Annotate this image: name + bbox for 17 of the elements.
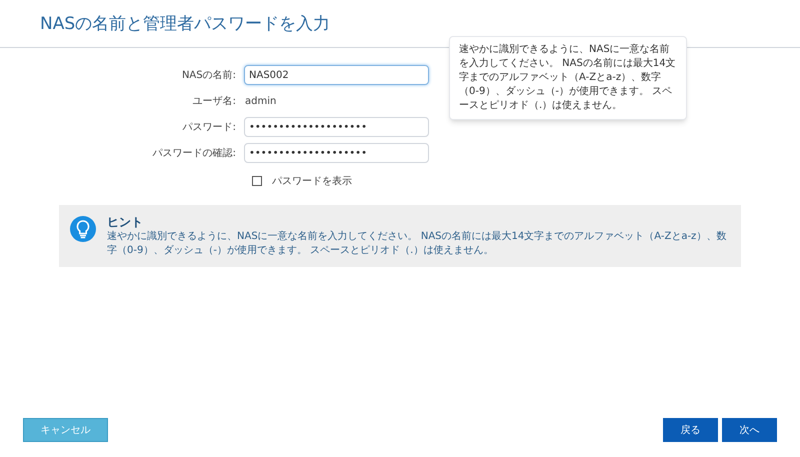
back-button[interactable]: 戻る <box>663 418 718 442</box>
hint-text: 速やかに識別できるように、NASに一意な名前を入力してください。 NASの名前には最大14文字までのアルファベット（A-Zとa-z）、数字（0-9）、ダッシュ（-）が使用できます。 スペースとピリオド（.）は使えません。 <box>107 230 728 258</box>
hint-title: ヒント <box>107 215 144 230</box>
input-field[interactable]: NAS002 <box>244 65 429 85</box>
field-label: パスワード: <box>182 120 237 134</box>
field-label: パスワードの確認: <box>152 146 237 160</box>
tooltip: 速やかに識別できるように、NASに一意な名前を入力してください。 NASの名前には最大14文字までのアルファベット（A-Zとa-z）、数字（0-9）、ダッシュ（-）が使用できます。 スペースとピリオド（.）は使えません。 <box>449 36 687 120</box>
checkbox-label: パスワードを表示 <box>272 174 352 188</box>
field-label: ユーザ名: <box>192 94 237 108</box>
username-value: admin <box>244 94 276 108</box>
page-title: NASの名前と管理者パスワードを入力 <box>40 14 330 34</box>
input-field[interactable]: •••••••••••••••••••• <box>244 117 429 137</box>
lightbulb-icon <box>69 215 97 243</box>
next-button[interactable]: 次へ <box>722 418 777 442</box>
checkbox[interactable] <box>252 176 262 186</box>
input-field[interactable]: •••••••••••••••••••• <box>244 143 429 163</box>
field-label: NASの名前: <box>180 68 237 82</box>
